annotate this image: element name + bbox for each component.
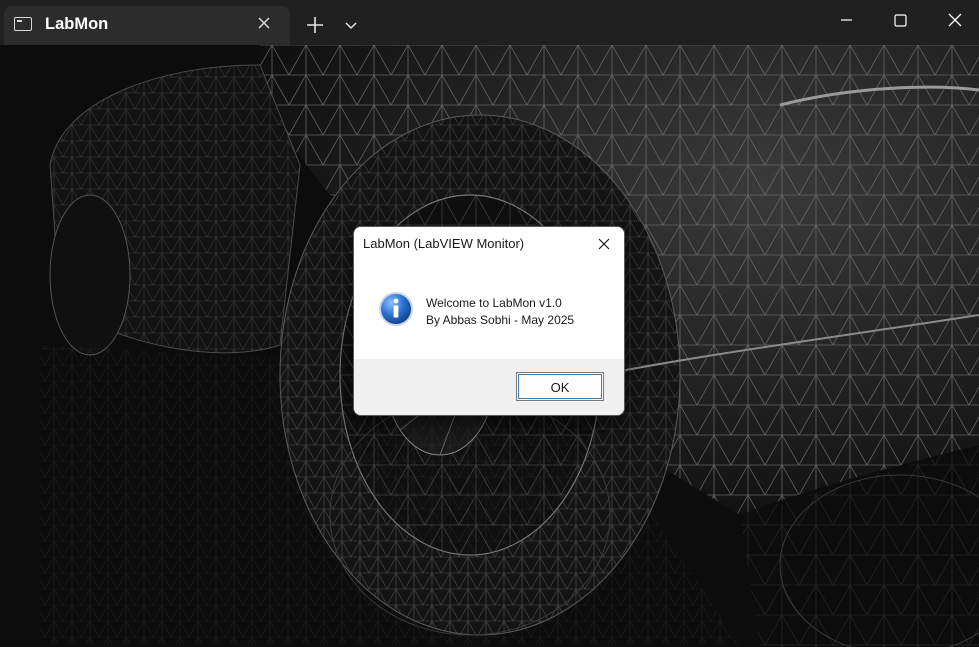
terminal-icon <box>14 17 32 31</box>
tab-dropdown-button[interactable] <box>338 12 364 38</box>
dialog-titlebar[interactable]: LabMon (LabVIEW Monitor) <box>354 227 624 261</box>
dialog-footer: OK <box>354 359 624 415</box>
new-tab-button[interactable] <box>300 11 330 39</box>
close-button[interactable] <box>928 0 979 40</box>
info-icon <box>379 292 413 326</box>
dialog-message-line1: Welcome to LabMon v1.0 <box>426 296 562 310</box>
close-icon <box>598 238 610 250</box>
maximize-icon <box>894 14 907 27</box>
chevron-down-icon <box>345 22 357 30</box>
ok-button[interactable]: OK <box>516 372 604 401</box>
dialog-message-line2: By Abbas Sobhi - May 2025 <box>426 313 575 327</box>
tab-title: LabMon <box>45 15 109 33</box>
tab-bar: LabMon <box>0 0 979 45</box>
tab-labmon[interactable]: LabMon <box>4 6 290 45</box>
tab-close-icon[interactable] <box>254 13 274 33</box>
close-icon <box>948 13 962 27</box>
minimize-icon <box>841 19 852 21</box>
maximize-button[interactable] <box>873 0 928 40</box>
plus-icon <box>307 17 323 33</box>
dialog-close-button[interactable] <box>590 233 618 255</box>
message-dialog: LabMon (LabVIEW Monitor) Welcome to LabM… <box>353 226 625 416</box>
terminal-window: LabMon LabMon (LabVIEW Monitor) Welcome … <box>0 0 979 647</box>
minimize-button[interactable] <box>819 0 874 40</box>
dialog-title: LabMon (LabVIEW Monitor) <box>363 236 525 251</box>
dialog-body: Welcome to LabMon v1.0 By Abbas Sobhi - … <box>354 261 624 359</box>
